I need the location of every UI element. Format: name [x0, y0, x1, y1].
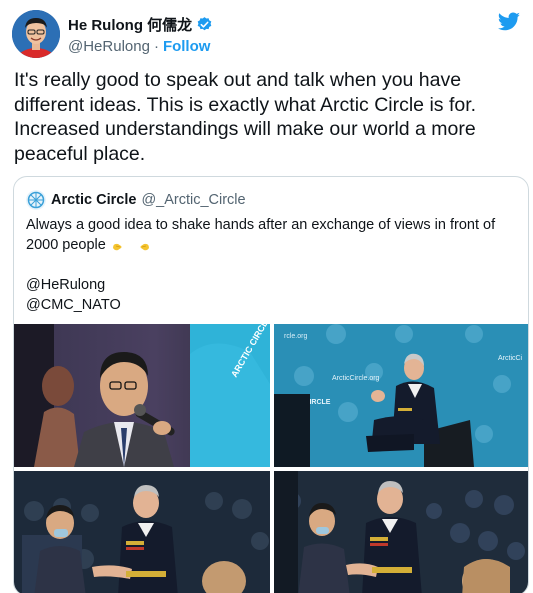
author-display-name[interactable]: He Rulong 何儒龙	[68, 14, 192, 35]
separator-dot: ·	[153, 37, 159, 55]
verified-badge-icon	[196, 16, 213, 33]
tweet-header: He Rulong 何儒龙 @HeRulong · Follow	[12, 10, 521, 58]
quoted-line-text: 2000 people	[26, 237, 106, 253]
quoted-line-with-emoji: 2000 people	[26, 235, 516, 255]
photo-handshake-audience-left[interactable]	[14, 471, 270, 593]
author-handle[interactable]: @HeRulong	[68, 38, 150, 55]
backdrop-site-text: ArcticCircle.org	[332, 375, 380, 382]
tweet-line: peaceful place.	[14, 142, 146, 165]
photo-handshake-audience-right[interactable]	[274, 471, 528, 593]
photo-speaker-stage[interactable]: rcle.org ArcticCircle.org ARCTIC CIRCLE …	[274, 324, 528, 467]
backdrop-top-text: rcle.org	[284, 333, 307, 340]
backdrop-side-text: ArcticCi	[498, 355, 523, 362]
handshake-hands-icon	[134, 239, 150, 251]
tweet-line: It's really good to speak out and talk w…	[14, 69, 462, 91]
quoted-line: Always a good idea to shake hands after …	[26, 217, 496, 233]
mention-cmc-nato[interactable]: @CMC_NATO	[26, 295, 516, 315]
mention-herulong[interactable]: @HeRulong	[26, 275, 516, 295]
photo-speaker-microphone[interactable]: ARCTIC CIRCLE	[14, 324, 270, 467]
author-avatar[interactable]	[12, 10, 60, 58]
tweet-body: It's really good to speak out and talk w…	[14, 68, 514, 166]
media-grid: ARCTIC CIRCLE rcle.org ArcticCircle.org …	[14, 324, 528, 593]
quoted-handle[interactable]: @_Arctic_Circle	[141, 192, 245, 208]
tweet-line: Increased understandings will make our w…	[14, 118, 476, 140]
quoted-display-name[interactable]: Arctic Circle	[51, 192, 136, 208]
quoted-blank-line	[26, 255, 516, 275]
twitter-bird-icon[interactable]	[497, 10, 521, 34]
quoted-tweet[interactable]: Arctic Circle @_Arctic_Circle Always a g…	[13, 176, 529, 593]
follow-button[interactable]: Follow	[163, 38, 211, 55]
quoted-avatar	[26, 190, 46, 210]
handshake-hands-icon	[112, 239, 128, 251]
quoted-body: Always a good idea to shake hands after …	[26, 215, 516, 315]
tweet-line: different ideas. This is exactly what Ar…	[14, 93, 477, 116]
